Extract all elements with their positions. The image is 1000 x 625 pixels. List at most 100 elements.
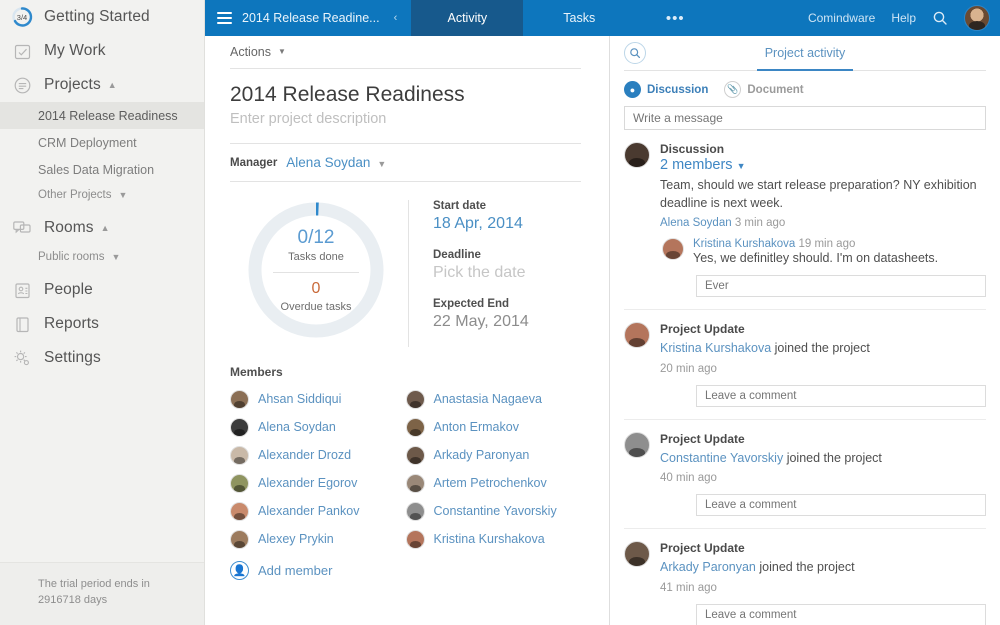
member-name: Alena Soydan	[258, 420, 336, 434]
feed-body: Discussion2 members ▼Team, should we sta…	[660, 142, 986, 297]
member-avatar	[230, 530, 249, 549]
deadline-value[interactable]: Pick the date	[433, 264, 581, 282]
progress-ring-icon: 3/4	[9, 4, 35, 30]
other-projects-label: Other Projects	[38, 189, 112, 201]
feed-actor[interactable]: Constantine Yavorskiy	[660, 451, 783, 465]
member-name: Anton Ermakov	[434, 420, 519, 434]
search-icon[interactable]	[932, 10, 948, 26]
member-avatar	[230, 390, 249, 409]
sidebar-item-2014-release-readiness[interactable]: 2014 Release Readiness	[0, 102, 204, 129]
feed-action-line: Kristina Kurshakova joined the project	[660, 340, 986, 358]
comment-input[interactable]	[696, 494, 986, 516]
sidebar-label-rooms: Rooms	[44, 219, 94, 237]
attachment-icon: 📎	[724, 81, 741, 98]
member-item[interactable]: Alexey Prykin	[230, 525, 406, 553]
project-description-field[interactable]: Enter project description	[230, 111, 581, 143]
actions-menu-button[interactable]: Actions ▼	[230, 36, 581, 68]
feed-body: Project UpdateArkady Paronyan joined the…	[660, 541, 986, 625]
start-date-block: Start date 18 Apr, 2014	[433, 200, 581, 233]
member-item[interactable]: Alexander Pankov	[230, 497, 406, 525]
sidebar-item-getting-started[interactable]: 3/4 Getting Started	[0, 0, 204, 34]
comment-input[interactable]	[696, 385, 986, 407]
chevron-down-icon-manager: ▼	[377, 159, 386, 169]
tab-project-activity[interactable]: Project activity	[765, 46, 846, 60]
member-item[interactable]: Anastasia Nagaeva	[406, 385, 582, 413]
user-avatar[interactable]	[964, 5, 990, 31]
member-item[interactable]: Kristina Kurshakova	[406, 525, 582, 553]
feed-avatar	[624, 432, 650, 458]
member-item[interactable]: Alexander Egorov	[230, 469, 406, 497]
member-item[interactable]: Alexander Drozd	[230, 441, 406, 469]
chevron-up-icon-rooms[interactable]: ▲	[101, 224, 110, 233]
gear-icon	[9, 345, 35, 371]
member-name: Alexander Egorov	[258, 476, 357, 490]
sidebar-item-settings[interactable]: Settings	[0, 341, 204, 375]
member-item[interactable]: Anton Ermakov	[406, 413, 582, 441]
more-tabs-button[interactable]: •••	[635, 0, 715, 36]
overdue-value: 0	[312, 281, 321, 297]
hamburger-menu-icon[interactable]	[217, 12, 232, 24]
sidebar-item-rooms[interactable]: Rooms ▲	[0, 211, 204, 245]
member-avatar	[406, 446, 425, 465]
filter-discussion-label: Discussion	[647, 84, 708, 96]
feed-actor[interactable]: Kristina Kurshakova	[660, 341, 771, 355]
member-avatar	[406, 530, 425, 549]
member-item[interactable]: Artem Petrochenkov	[406, 469, 582, 497]
project-details-column: Actions ▼ 2014 Release Readiness Enter p…	[205, 36, 610, 625]
manager-value[interactable]: Alena Soydan▼	[286, 155, 386, 170]
chevron-up-icon-projects[interactable]: ▲	[108, 81, 117, 90]
member-name: Constantine Yavorskiy	[434, 504, 557, 518]
brand-link[interactable]: Comindware	[808, 11, 875, 25]
filter-discussion[interactable]: ● Discussion	[624, 81, 708, 98]
member-item[interactable]: Constantine Yavorskiy	[406, 497, 582, 525]
add-member-label: Add member	[258, 563, 332, 578]
sidebar-item-sales-data-migration[interactable]: Sales Data Migration	[0, 156, 204, 183]
sidebar-item-my-work[interactable]: My Work	[0, 34, 204, 68]
activity-search-icon[interactable]	[624, 42, 646, 64]
member-name: Ahsan Siddiqui	[258, 392, 341, 406]
feed-text: Team, should we start release preparatio…	[660, 177, 986, 212]
manager-label: Manager	[230, 157, 277, 169]
tab-activity[interactable]: Activity	[411, 0, 523, 36]
sidebar-item-reports[interactable]: Reports	[0, 307, 204, 341]
add-member-button[interactable]: 👤 Add member	[230, 555, 581, 585]
member-item[interactable]: Arkady Paronyan	[406, 441, 582, 469]
comment-input[interactable]	[696, 275, 986, 297]
sidebar-item-crm-deployment[interactable]: CRM Deployment	[0, 129, 204, 156]
write-message-input[interactable]	[624, 106, 986, 130]
feed-author[interactable]: Alena Soydan	[660, 217, 732, 229]
sidebar-item-public-rooms[interactable]: Public rooms ▼	[0, 245, 204, 269]
manager-row: Manager Alena Soydan▼	[230, 144, 581, 181]
trial-notice: The trial period ends in 2916718 days	[0, 562, 204, 625]
feed-item: Project UpdateKristina Kurshakova joined…	[624, 309, 986, 419]
project-stats: 0/12 Tasks done 0 Overdue tasks Start da…	[230, 182, 581, 347]
sidebar-label-my-work: My Work	[44, 42, 106, 60]
members-heading: Members	[230, 347, 581, 385]
discussion-members-link[interactable]: 2 members ▼	[660, 157, 986, 173]
tab-tasks[interactable]: Tasks	[523, 0, 635, 36]
feed-meta: Alena Soydan 3 min ago	[660, 217, 986, 229]
feed-time: 40 min ago	[660, 472, 986, 484]
member-item[interactable]: Alena Soydan	[230, 413, 406, 441]
feed-actor[interactable]: Arkady Paronyan	[660, 560, 756, 574]
member-item[interactable]: Ahsan Siddiqui	[230, 385, 406, 413]
divider	[273, 272, 359, 273]
member-name: Artem Petrochenkov	[434, 476, 547, 490]
sidebar-item-projects[interactable]: Projects ▲	[0, 68, 204, 102]
chat-bubbles-icon	[9, 215, 35, 241]
member-avatar	[406, 502, 425, 521]
sidebar-project-label: Sales Data Migration	[38, 163, 154, 177]
collapse-panel-icon[interactable]: ‹	[390, 12, 402, 24]
start-date-value[interactable]: 18 Apr, 2014	[433, 215, 581, 233]
comment-input[interactable]	[696, 604, 986, 625]
sidebar-item-other-projects[interactable]: Other Projects ▼	[0, 183, 204, 207]
sidebar-item-people[interactable]: People	[0, 273, 204, 307]
header-project-title: 2014 Release Readine...	[242, 11, 380, 25]
chevron-down-icon-other-projects[interactable]: ▼	[119, 191, 128, 200]
filter-document[interactable]: 📎 Document	[724, 81, 803, 98]
chevron-down-icon-public-rooms[interactable]: ▼	[111, 253, 120, 262]
sidebar-label-reports: Reports	[44, 315, 99, 333]
help-link[interactable]: Help	[891, 11, 916, 25]
start-date-label: Start date	[433, 200, 581, 212]
filter-document-label: Document	[747, 84, 803, 96]
